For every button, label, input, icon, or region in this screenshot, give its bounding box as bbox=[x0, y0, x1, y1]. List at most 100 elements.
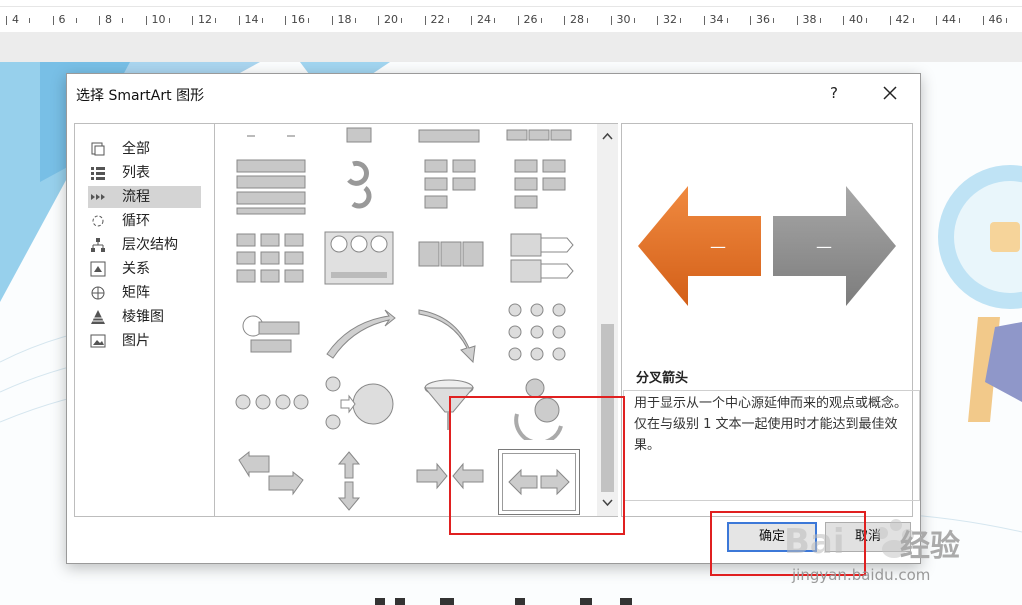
watermark-brand2: 经验 bbox=[900, 529, 960, 564]
ruler-tick bbox=[610, 16, 612, 25]
ruler-minor-tick bbox=[168, 18, 170, 23]
category-label: 流程 bbox=[122, 189, 150, 205]
ruler-number: 16 bbox=[291, 13, 305, 26]
ruler-tick bbox=[982, 16, 984, 25]
ruler-minor-tick bbox=[587, 18, 588, 23]
layout-thumbnail[interactable] bbox=[319, 154, 399, 218]
layout-thumbnail[interactable] bbox=[499, 302, 579, 366]
category-all[interactable]: 全部 bbox=[88, 138, 201, 160]
layout-thumbnail[interactable] bbox=[229, 376, 309, 440]
picture-icon bbox=[90, 334, 106, 348]
layout-thumbnail[interactable] bbox=[409, 123, 489, 144]
ruler-number: 24 bbox=[477, 13, 491, 26]
ruler-number: 18 bbox=[337, 13, 352, 26]
layout-thumbnail[interactable] bbox=[319, 302, 399, 366]
horizontal-ruler: 4 6 8 10 12 14 16 18 20 22 24 26 28 30 32 34 36 38 40 42 44 4… bbox=[0, 0, 1022, 33]
category-label: 棱锥图 bbox=[122, 309, 164, 325]
dialog-title: 选择 SmartArt 图形 bbox=[76, 88, 205, 104]
layout-thumbnail[interactable] bbox=[229, 302, 309, 366]
layout-thumbnail[interactable] bbox=[229, 154, 309, 218]
ruler-tick bbox=[52, 16, 54, 25]
relationship-icon bbox=[90, 261, 106, 277]
ruler-number: 6 bbox=[58, 13, 66, 26]
category-label: 循环 bbox=[122, 213, 150, 229]
layout-thumbnail[interactable] bbox=[229, 228, 309, 292]
ruler-tick bbox=[517, 16, 519, 25]
ruler-minor-tick bbox=[819, 18, 821, 23]
layout-thumbnail[interactable] bbox=[499, 376, 579, 440]
ruler-number: 40 bbox=[849, 13, 863, 26]
ruler-tick bbox=[424, 16, 426, 25]
layout-thumbnail[interactable] bbox=[319, 228, 399, 292]
close-button[interactable] bbox=[877, 80, 903, 106]
layout-thumbnail-diverging-arrows[interactable] bbox=[498, 449, 580, 515]
ruler-minor-tick bbox=[633, 18, 635, 23]
layout-thumbnail[interactable] bbox=[409, 228, 489, 292]
scroll-thumb[interactable] bbox=[601, 324, 614, 492]
ruler-minor-tick bbox=[726, 18, 728, 23]
category-list-item[interactable]: 列表 bbox=[88, 162, 201, 184]
ruler-tick bbox=[843, 16, 844, 25]
ruler-tick bbox=[285, 16, 286, 25]
scroll-down-icon[interactable] bbox=[601, 496, 614, 509]
ruler-number: 8 bbox=[105, 13, 112, 26]
editor-background bbox=[0, 32, 1022, 62]
ruler-minor-tick bbox=[261, 18, 263, 23]
category-list: 全部 列表 流程 循环 层次结构 关系 矩阵 棱锥图 图片 bbox=[74, 123, 215, 517]
ruler-number: 32 bbox=[663, 13, 677, 26]
category-label: 矩阵 bbox=[122, 285, 150, 301]
ruler-number: 20 bbox=[384, 13, 398, 26]
help-button[interactable]: ? bbox=[821, 80, 847, 106]
category-cycle[interactable]: 循环 bbox=[88, 210, 201, 232]
category-picture[interactable]: 图片 bbox=[88, 330, 201, 352]
layout-thumbnail[interactable] bbox=[409, 154, 489, 218]
matrix-icon bbox=[91, 286, 105, 300]
layout-thumbnail[interactable] bbox=[229, 123, 309, 144]
layout-thumbnail[interactable] bbox=[499, 228, 579, 292]
ruler-tick bbox=[378, 16, 379, 25]
layout-thumbnail[interactable] bbox=[319, 450, 399, 514]
preview-panel: — — 分叉箭头 用于显示从一个中心源延伸而来的观点或概念。仅在与级别 1 文本… bbox=[621, 123, 920, 517]
scroll-up-icon[interactable] bbox=[601, 130, 614, 143]
ruler-number: 14 bbox=[244, 13, 259, 26]
layout-thumbnail[interactable] bbox=[229, 450, 309, 514]
layout-thumbnail[interactable] bbox=[319, 376, 399, 440]
ruler-minor-tick bbox=[308, 18, 309, 23]
ruler-number: 12 bbox=[198, 13, 212, 26]
ruler-number: 26 bbox=[523, 13, 538, 26]
ruler-number: 10 bbox=[151, 13, 166, 26]
layout-thumbnail[interactable] bbox=[499, 154, 579, 218]
ruler-number: 4 bbox=[12, 13, 19, 26]
ruler-minor-tick bbox=[680, 18, 681, 23]
category-hierarchy[interactable]: 层次结构 bbox=[88, 234, 201, 256]
ruler-number: 36 bbox=[756, 13, 770, 26]
category-label: 列表 bbox=[122, 165, 150, 181]
watermark-url: jingyan.baidu.com bbox=[792, 566, 931, 584]
ruler-minor-tick bbox=[401, 18, 402, 23]
category-process[interactable]: 流程 bbox=[88, 186, 201, 208]
category-pyramid[interactable]: 棱锥图 bbox=[88, 306, 201, 328]
ruler-minor-tick bbox=[447, 18, 449, 23]
smartart-dialog: 选择 SmartArt 图形 ? 全部 列表 流程 循环 层次结构 关系 矩阵 … bbox=[66, 73, 921, 564]
category-matrix[interactable]: 矩阵 bbox=[88, 282, 201, 304]
gallery-scrollbar[interactable] bbox=[597, 123, 618, 517]
ruler-tick bbox=[471, 16, 472, 25]
layout-thumbnail[interactable] bbox=[409, 376, 489, 440]
ruler-number: 22 bbox=[430, 13, 445, 26]
process-icon bbox=[91, 194, 105, 200]
ruler-number: 38 bbox=[802, 13, 817, 26]
ruler-minor-tick bbox=[540, 18, 542, 23]
ruler-number: 44 bbox=[942, 13, 956, 26]
preview-title: 分叉箭头 bbox=[636, 371, 689, 386]
hierarchy-icon bbox=[91, 238, 105, 252]
ruler-minor-tick bbox=[354, 18, 356, 23]
cycle-icon bbox=[92, 215, 104, 227]
ruler-tick bbox=[99, 16, 100, 25]
close-icon bbox=[883, 86, 897, 100]
category-label: 全部 bbox=[122, 141, 150, 157]
layout-thumbnail[interactable] bbox=[499, 123, 579, 144]
layout-thumbnail[interactable] bbox=[409, 302, 489, 366]
layout-thumbnail[interactable] bbox=[409, 450, 489, 514]
category-relationship[interactable]: 关系 bbox=[88, 258, 201, 280]
layout-thumbnail[interactable] bbox=[319, 123, 399, 144]
